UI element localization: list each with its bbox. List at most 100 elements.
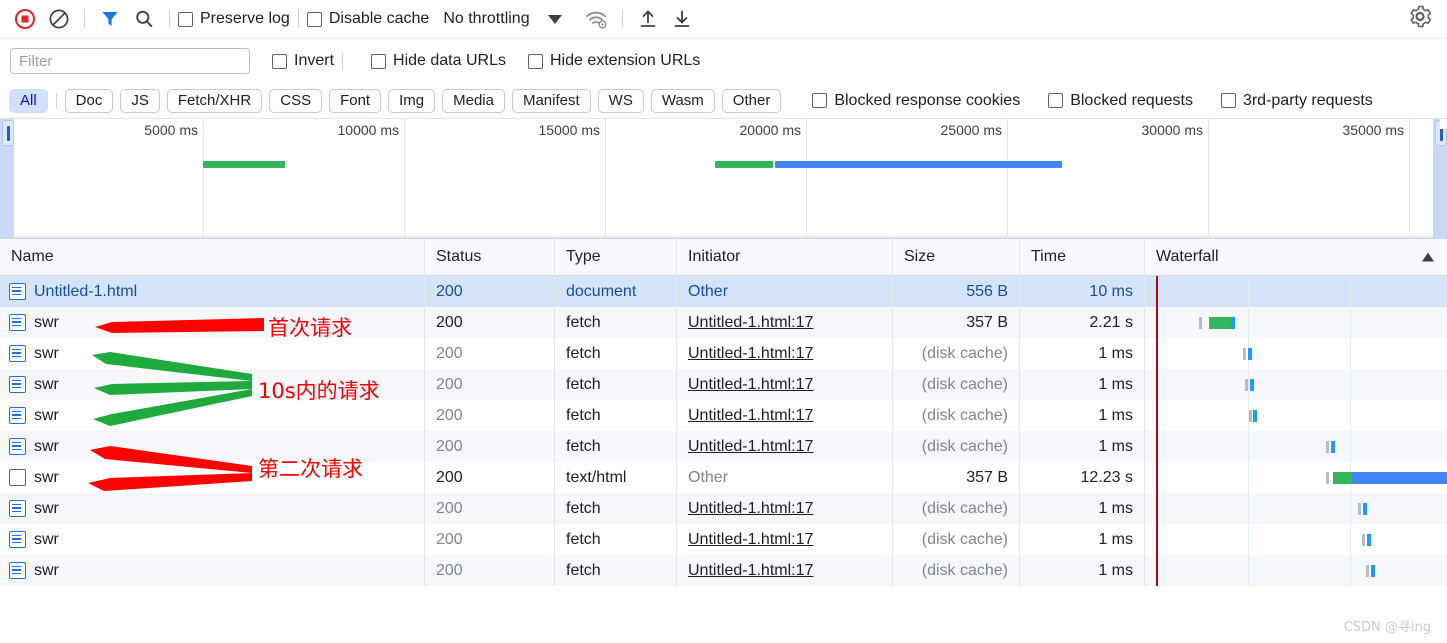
cell-initiator[interactable]: Untitled-1.html:17: [677, 524, 893, 555]
invert-box[interactable]: [272, 53, 287, 69]
cell-initiator[interactable]: Untitled-1.html:17: [677, 369, 893, 400]
watermark: CSDN @寻ing: [1343, 620, 1431, 635]
disable-cache-checkbox[interactable]: Disable cache: [306, 10, 429, 28]
initiator-link[interactable]: Untitled-1.html:17: [688, 345, 813, 363]
preserve-log-checkbox[interactable]: Preserve log: [178, 10, 290, 28]
type-filter-chip-js[interactable]: JS: [120, 88, 160, 113]
waterfall-queue-stub: [1199, 317, 1202, 329]
type-filter-chip-img[interactable]: Img: [388, 88, 436, 113]
cell-initiator[interactable]: Untitled-1.html:17: [677, 431, 893, 462]
overview-left-handle[interactable]: [0, 119, 14, 238]
type-filter-chip-wasm[interactable]: Wasm: [650, 88, 715, 113]
table-row[interactable]: Untitled-1.html 200 document Other 556 B 10 m…: [0, 276, 1447, 307]
cell-status-text: 200: [436, 406, 463, 424]
funnel-filter-icon[interactable]: [93, 2, 127, 36]
hide-data-urls-box[interactable]: [371, 53, 387, 69]
cell-time: 2.21 s: [1020, 307, 1145, 338]
cell-initiator[interactable]: Untitled-1.html:17: [677, 338, 893, 369]
type-filter-chip-ws[interactable]: WS: [597, 88, 644, 113]
type-filter-chip-media[interactable]: Media: [442, 88, 505, 113]
cell-initiator[interactable]: Untitled-1.html:17: [677, 555, 893, 586]
waterfall-gridline: [1248, 431, 1249, 462]
hide-data-urls-checkbox[interactable]: Hide data URLs: [371, 52, 506, 70]
column-header-status[interactable]: Status: [425, 238, 555, 276]
blocked-requests-checkbox[interactable]: Blocked requests: [1048, 92, 1193, 110]
invert-checkbox[interactable]: Invert: [272, 52, 334, 70]
export-har-icon[interactable]: [665, 2, 699, 36]
initiator-link[interactable]: Untitled-1.html:17: [688, 562, 813, 580]
cell-type-text: fetch: [566, 344, 601, 362]
initiator-link[interactable]: Untitled-1.html:17: [688, 314, 813, 332]
cell-name: swr: [0, 431, 425, 462]
cell-time-text: 1 ms: [1098, 437, 1133, 455]
type-filter-chip-fetch-xhr[interactable]: Fetch/XHR: [166, 88, 263, 113]
initiator-link[interactable]: Untitled-1.html:17: [688, 531, 813, 549]
cell-status-text: 200: [436, 468, 463, 486]
3rd-party-requests-box[interactable]: [1220, 93, 1236, 108]
waterfall-gridline: [1350, 555, 1351, 586]
gear-icon[interactable]: [1407, 4, 1433, 35]
record-stop-icon[interactable]: [8, 2, 42, 36]
overview-right-handle[interactable]: [1433, 119, 1447, 238]
initiator-text: Other: [688, 282, 729, 300]
blocked-response-cookies-box[interactable]: [812, 93, 828, 108]
clear-icon[interactable]: [42, 2, 76, 36]
throttling-select[interactable]: No throttling: [443, 10, 529, 28]
overview-left-grip[interactable]: [2, 120, 14, 146]
column-header-name[interactable]: Name: [0, 238, 425, 276]
waterfall-queue-stub: [1326, 472, 1329, 484]
filter-bar: Invert Hide data URLs Hide extension URL…: [0, 39, 1447, 83]
type-filter-chip-manifest[interactable]: Manifest: [511, 88, 591, 113]
column-header-time[interactable]: Time: [1020, 238, 1145, 276]
table-row[interactable]: swr 200 fetch Untitled-1.html:17 (disk cache…: [0, 369, 1447, 400]
column-header-initiator[interactable]: Initiator: [677, 238, 893, 276]
wifi-throttling-icon[interactable]: [580, 2, 614, 36]
table-row[interactable]: swr 200 text/html Other 357 B 12.23 s: [0, 462, 1447, 493]
cell-status-text: 200: [436, 561, 463, 579]
overview-tick-label: 15000 ms: [538, 122, 600, 138]
table-row[interactable]: swr 200 fetch Untitled-1.html:17 (disk cache…: [0, 524, 1447, 555]
hide-extension-urls-checkbox[interactable]: Hide extension URLs: [527, 52, 700, 70]
cell-initiator[interactable]: Untitled-1.html:17: [677, 493, 893, 524]
hide-extension-urls-box[interactable]: [527, 53, 543, 69]
chevron-down-icon[interactable]: [547, 14, 562, 24]
column-header-type[interactable]: Type: [555, 238, 677, 276]
table-row[interactable]: swr 200 fetch Untitled-1.html:17 (disk cache…: [0, 400, 1447, 431]
table-row[interactable]: swr 200 fetch Untitled-1.html:17 (disk cache…: [0, 493, 1447, 524]
table-row[interactable]: swr 200 fetch Untitled-1.html:17 (disk cache…: [0, 555, 1447, 586]
filter-input[interactable]: [10, 48, 250, 74]
type-filter-chip-doc[interactable]: Doc: [64, 88, 114, 113]
table-row[interactable]: swr 200 fetch Untitled-1.html:17 357 B 2.21 s: [0, 307, 1447, 338]
sort-ascending-icon[interactable]: [1422, 252, 1434, 262]
3rd-party-requests-checkbox[interactable]: 3rd-party requests: [1220, 92, 1373, 110]
table-row[interactable]: swr 200 fetch Untitled-1.html:17 (disk cache…: [0, 431, 1447, 462]
type-filter-chip-all[interactable]: All: [9, 88, 48, 113]
column-header-size[interactable]: Size: [893, 238, 1020, 276]
search-icon[interactable]: [127, 2, 161, 36]
column-header-waterfall[interactable]: Waterfall: [1145, 239, 1447, 276]
type-filter-chip-css[interactable]: CSS: [269, 88, 323, 113]
blocked-response-cookies-checkbox[interactable]: Blocked response cookies: [812, 92, 1020, 110]
cell-time-text: 12.23 s: [1080, 468, 1133, 486]
type-filter-chip-font[interactable]: Font: [329, 88, 382, 113]
initiator-link[interactable]: Untitled-1.html:17: [688, 500, 813, 518]
initiator-link[interactable]: Untitled-1.html:17: [688, 376, 813, 394]
cell-status: 200: [425, 400, 555, 431]
table-row[interactable]: swr 200 fetch Untitled-1.html:17 (disk cache…: [0, 338, 1447, 369]
cell-initiator[interactable]: Untitled-1.html:17: [677, 400, 893, 431]
disable-cache-box[interactable]: [306, 11, 322, 27]
overview-gridline: [1208, 119, 1209, 238]
initiator-link[interactable]: Untitled-1.html:17: [688, 407, 813, 425]
import-har-icon[interactable]: [631, 2, 665, 36]
initiator-link[interactable]: Untitled-1.html:17: [688, 438, 813, 456]
blocked-requests-box[interactable]: [1048, 93, 1064, 108]
preserve-log-box[interactable]: [178, 11, 193, 27]
network-overview-timeline[interactable]: 5000 ms 10000 ms 15000 ms 20000 ms 25000 ms 3…: [0, 119, 1447, 239]
document-icon: [9, 314, 26, 331]
cell-size-text: (disk cache): [921, 406, 1008, 424]
cell-initiator[interactable]: Untitled-1.html:17: [677, 307, 893, 338]
cell-type: document: [555, 276, 677, 307]
blank-file-icon: [9, 469, 26, 486]
cell-time-text: 1 ms: [1098, 406, 1133, 424]
type-filter-chip-other[interactable]: Other: [721, 88, 782, 113]
